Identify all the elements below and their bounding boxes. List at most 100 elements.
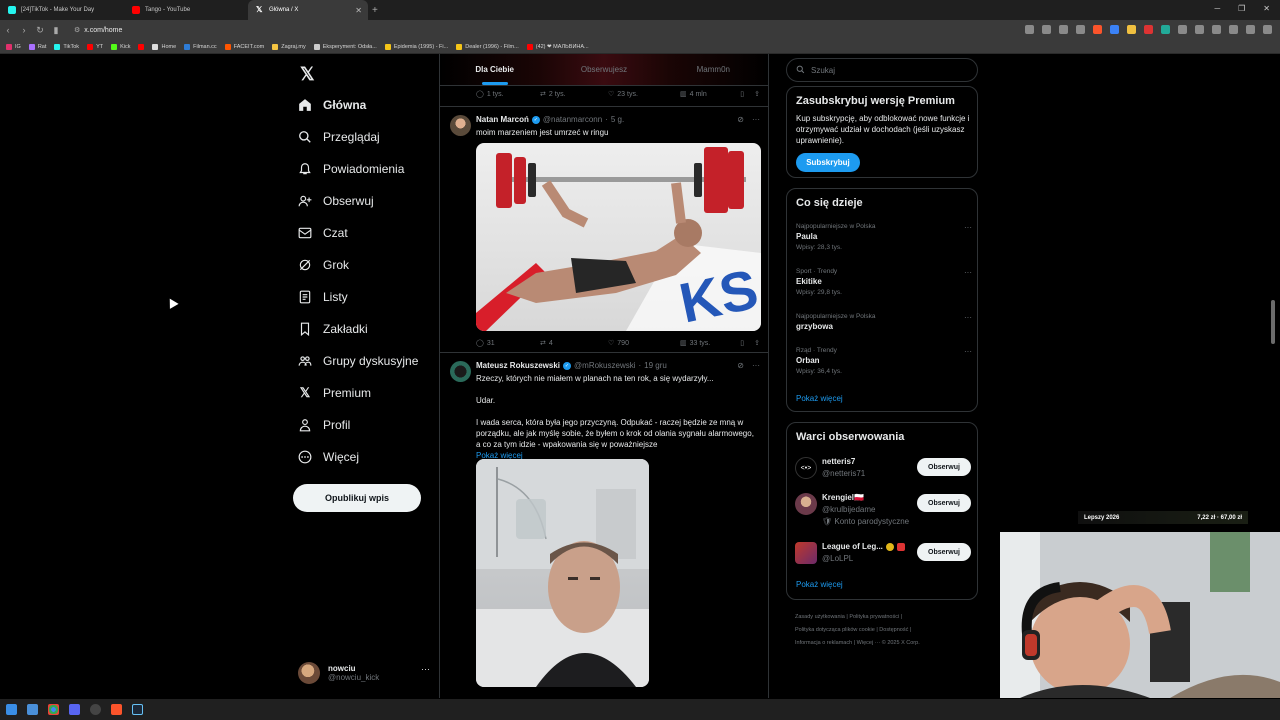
author-name[interactable]: Mateusz Rokuszewski (476, 361, 560, 370)
like-button[interactable]: ♡ 790 (608, 339, 680, 348)
browser-tab-youtube[interactable]: Tango - YouTube (124, 0, 248, 20)
more-dots-icon[interactable]: ··· (752, 361, 760, 370)
post-time[interactable]: 5 g. (611, 115, 624, 124)
footer-link[interactable]: Zasady użytkowania (795, 614, 845, 620)
more-dots-icon[interactable]: ··· (421, 664, 430, 674)
share-icon[interactable]: ⇪ (754, 339, 760, 347)
post[interactable]: Mateusz Rokuszewski ✓ @mRokuszewski · 19… (440, 352, 768, 698)
like-button[interactable]: ♡ 23 tys. (608, 90, 680, 99)
download-icon[interactable] (1195, 25, 1204, 34)
steam-icon[interactable] (132, 704, 143, 715)
link-icon[interactable] (1229, 25, 1238, 34)
follow-button[interactable]: Obserwuj (917, 494, 971, 512)
trend-item[interactable]: Rząd · Trendy Orban Wpisy: 36,4 tys. ··· (796, 347, 972, 375)
footer-link[interactable]: Polityka dotycząca plików cookie (795, 627, 875, 633)
nav-item-explore[interactable]: Przeglądaj (298, 130, 380, 144)
repost-button[interactable]: ⇄ 2 tys. (540, 90, 608, 99)
bookmark-icon[interactable]: ▯ (740, 339, 744, 347)
show-more-link[interactable]: Pokaż więcej (796, 580, 843, 589)
footer-link[interactable]: Dostępność (879, 627, 908, 633)
bookmark-item[interactable]: Kick (111, 43, 130, 50)
url-field[interactable]: ⚙ x.com/home (74, 26, 122, 35)
grok-icon[interactable]: ⊘ (737, 361, 744, 370)
follow-suggestion[interactable]: <•> netteris7 @netteris71 Obserwuj (795, 455, 971, 485)
nav-item-bookmarks[interactable]: Zakładki (298, 322, 368, 336)
bookmark-item[interactable]: FACEIT.com (224, 43, 264, 50)
bookmark-item[interactable]: IG (6, 43, 21, 50)
follow-suggestion[interactable]: League of Leg... @LoLPL Obserwuj (795, 540, 971, 570)
author-name[interactable]: Natan Marcoń (476, 115, 529, 124)
follow-button[interactable]: Obserwuj (917, 543, 971, 561)
trend-item[interactable]: Najpopularniejsze w Polska grzybowa ··· (796, 313, 972, 331)
zoom-icon[interactable] (1042, 25, 1051, 34)
extension-icon[interactable] (1127, 25, 1136, 34)
brave-icon[interactable] (111, 704, 122, 715)
puzzle-icon[interactable] (1178, 25, 1187, 34)
x-logo-icon[interactable]: 𝕏 (300, 64, 315, 85)
bookmark-item[interactable]: YT (87, 43, 103, 50)
bookmark-item[interactable]: TikTok (54, 43, 79, 50)
show-more-link[interactable]: Pokaż więcej (796, 394, 843, 403)
minimize-icon[interactable]: ─ (1214, 4, 1220, 13)
bookmark-item[interactable]: Home (152, 43, 176, 50)
site-info-icon[interactable]: ⚙ (74, 26, 80, 34)
post-button[interactable]: Opublikuj wpis (293, 484, 421, 512)
chrome-icon[interactable] (48, 704, 59, 715)
bookmark-item[interactable]: Dealer (1996) - Film... (456, 43, 519, 50)
trend-item[interactable]: Sport · Trendy Ekitike Wpisy: 29,8 tys. … (796, 268, 972, 296)
account-switcher[interactable]: nowciu @nowciu_kick ··· (298, 660, 430, 686)
nav-item-chat[interactable]: Czat (298, 226, 348, 240)
reply-button[interactable]: ◯ 31 (476, 339, 540, 348)
obs-icon[interactable] (90, 704, 101, 715)
extension-icon[interactable] (1161, 25, 1170, 34)
footer-link[interactable]: Polityka prywatności (849, 614, 899, 620)
bookmark-item[interactable]: (42) ❤ МАЛЬВИНА... (526, 43, 589, 50)
nav-item-profile[interactable]: Profil (298, 418, 350, 432)
more-dots-icon[interactable]: ··· (752, 115, 760, 124)
tab-mammon[interactable]: Mamm0n (659, 54, 768, 85)
wallet-icon[interactable] (1212, 25, 1221, 34)
nav-item-grok[interactable]: Grok (298, 258, 349, 272)
views-button[interactable]: ▥ 4 mln (680, 90, 732, 99)
author-handle[interactable]: @mRokuszewski (574, 361, 635, 370)
post-image[interactable]: KS (476, 143, 761, 331)
more-dots-icon[interactable]: ··· (964, 313, 972, 322)
grok-icon[interactable]: ⊘ (737, 115, 744, 124)
footer-link[interactable]: Informacja o reklamach (795, 640, 852, 646)
post-image[interactable] (476, 459, 649, 687)
nav-item-communities[interactable]: Grupy dyskusyjne (298, 354, 418, 368)
close-tab-icon[interactable]: ✕ (355, 6, 362, 15)
nav-item-lists[interactable]: Listy (298, 290, 348, 304)
menu-icon[interactable] (1263, 25, 1272, 34)
avatar[interactable] (450, 115, 471, 136)
windows-start-icon[interactable] (6, 704, 17, 715)
views-button[interactable]: ▥ 33 tys. (680, 339, 732, 348)
nav-item-home[interactable]: Główna (298, 98, 366, 112)
extension-icon[interactable] (1025, 25, 1034, 34)
bookmark-item[interactable]: Filman.cc (184, 43, 217, 50)
nav-item-follow[interactable]: Obserwuj (298, 194, 374, 208)
subscribe-button[interactable]: Subskrybuj (796, 153, 860, 172)
trend-item[interactable]: Najpopularniejsze w Polska Paula Wpisy: … (796, 223, 972, 251)
new-tab-icon[interactable]: + (372, 5, 378, 16)
page-scrollbar[interactable] (1271, 300, 1275, 344)
reload-icon[interactable]: ↻ (32, 25, 48, 36)
post[interactable]: Natan Marcoń ✓ @natanmarconn · 5 g. ⊘ ··… (440, 106, 768, 352)
follow-button[interactable]: Obserwuj (917, 458, 971, 476)
bookmark-page-icon[interactable]: ▮ (48, 25, 64, 36)
follow-suggestion[interactable]: Krengiel🇵🇱 @krulbijedame 🛡 Konto parodys… (795, 491, 971, 531)
bookmark-item[interactable]: Zagraj.my (272, 43, 306, 50)
tab-following[interactable]: Obserwujesz (549, 54, 658, 85)
bookmark-item[interactable] (138, 43, 145, 50)
app-icon[interactable] (27, 704, 38, 715)
back-icon[interactable]: ‹ (0, 25, 16, 35)
tab-for-you[interactable]: Dla Ciebie (440, 54, 549, 85)
more-dots-icon[interactable]: ··· (964, 223, 972, 232)
browser-tab-tiktok[interactable]: [24]TikTok - Make Your Day (0, 0, 124, 20)
avatar[interactable] (450, 361, 471, 382)
bookmark-item[interactable]: Rat (28, 43, 46, 50)
nav-item-premium[interactable]: 𝕏 Premium (298, 385, 371, 400)
bookmark-icon[interactable]: ▯ (740, 90, 744, 98)
media-icon[interactable] (1246, 25, 1255, 34)
forward-icon[interactable]: › (16, 25, 32, 35)
